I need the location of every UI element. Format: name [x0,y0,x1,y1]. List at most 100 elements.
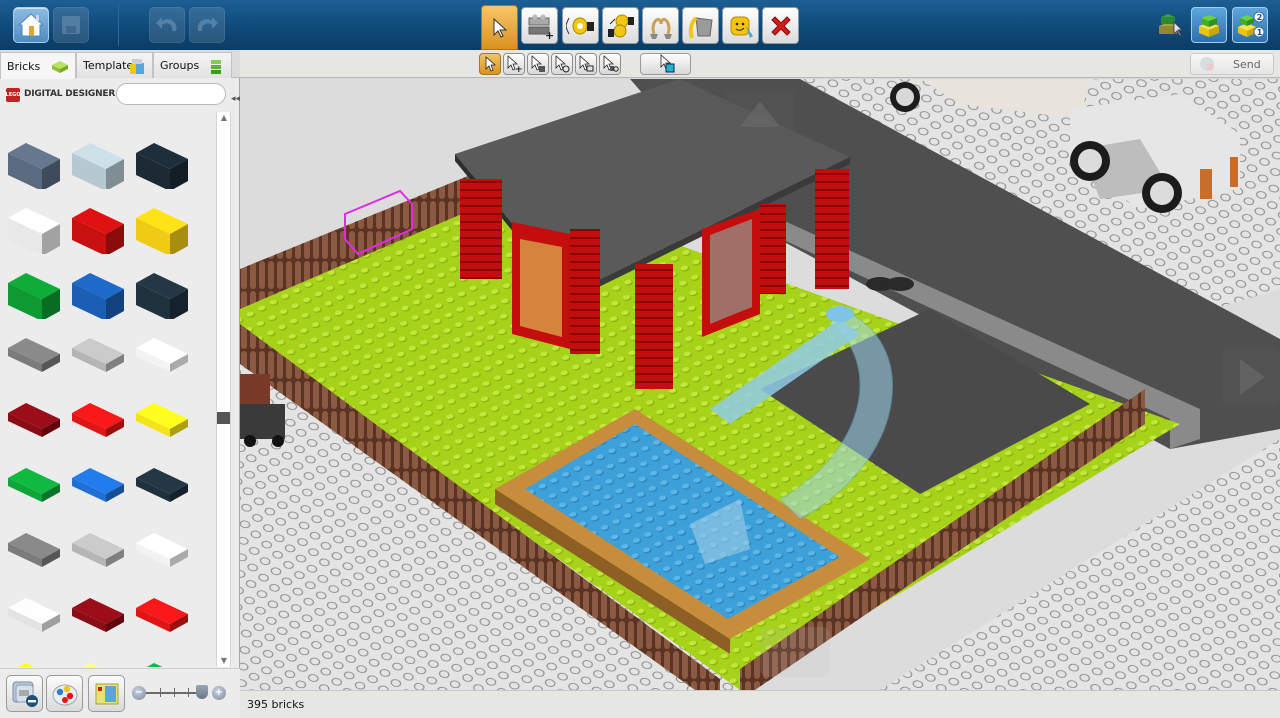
cursor-icon [493,17,507,38]
collapse-panel-icon[interactable]: ◂◂ [231,94,240,106]
tab-templates[interactable]: Templates [76,52,153,78]
palette-brick[interactable] [6,523,62,579]
pillar [760,204,786,294]
tab-bricks[interactable]: Bricks [0,52,76,79]
palette-brick[interactable] [70,112,126,124]
undo-icon [156,17,177,31]
brick-add-icon: + [528,14,554,40]
paint-tool-button[interactable] [682,7,719,44]
undo-button[interactable] [149,7,185,43]
palette-brick[interactable] [134,263,190,321]
same-shape-select-button[interactable] [575,53,597,75]
flex-tool-button[interactable] [642,7,679,44]
brick-size-slider[interactable]: − + [130,683,228,703]
tab-groups[interactable]: Groups [153,52,232,78]
connected-select-button[interactable] [527,53,549,75]
palette-brick[interactable] [6,112,62,124]
select-tool-button[interactable] [481,5,518,50]
slider-thumb[interactable] [196,685,208,699]
sort-bricks-button[interactable] [88,675,125,712]
brick-thumbnail-icon [136,403,188,437]
tab-groups-label: Groups [160,59,200,72]
group-select-button[interactable] [640,53,691,75]
palette-brick[interactable] [6,198,62,256]
palette-brick[interactable] [70,588,126,644]
svg-text:+: + [515,65,523,73]
brick-thumbnail-icon [8,468,60,502]
view-mode-button[interactable] [1191,7,1227,43]
view-mode-icon [1199,15,1219,37]
selection-toolbar: + Send [240,50,1280,78]
palette-scrollbar[interactable]: ▲ ▼ [216,112,231,667]
same-color-select-button[interactable] [599,53,621,75]
home-button[interactable] [13,7,49,43]
scroll-down-icon[interactable]: ▼ [219,657,229,665]
templates-icon [130,59,144,74]
palette-brick[interactable] [134,198,190,256]
palette-brick[interactable] [134,133,190,191]
palette-brick[interactable] [134,588,190,644]
palette-brick[interactable] [6,393,62,449]
palette-brick[interactable] [6,328,62,384]
build-mode-button[interactable] [1150,7,1186,43]
brick-thumbnail-icon [72,338,124,372]
zoom-in-icon[interactable]: + [212,686,226,700]
palette-brick[interactable] [6,458,62,514]
palette-brick[interactable] [134,458,190,514]
palette-brick[interactable] [70,458,126,514]
palette-brick[interactable] [70,653,126,667]
palette-brick[interactable] [6,588,62,644]
lego-scene[interactable] [240,79,1280,690]
brick-thumbnail-icon [72,468,124,502]
color-palette-button[interactable] [46,675,83,712]
redo-button[interactable] [189,7,225,43]
zoom-out-icon[interactable]: − [132,686,146,700]
3d-viewport[interactable] [240,79,1280,690]
slider-tick [160,688,161,697]
palette-brick[interactable] [70,393,126,449]
brick-search-input[interactable] [116,83,226,105]
clone-tool-button[interactable]: + [521,7,558,44]
delete-tool-button[interactable] [762,7,799,44]
minifig-head-icon [730,16,753,38]
single-select-button[interactable] [479,53,501,75]
hinge-align-tool-button[interactable] [602,7,639,44]
palette-brick[interactable] [134,112,190,124]
palette-brick[interactable] [6,133,62,191]
palette-brick[interactable] [70,263,126,321]
pillar [460,179,502,279]
brick-thumbnail-icon [136,533,188,567]
send-button[interactable]: Send [1190,53,1274,75]
camera-down-button[interactable] [760,627,830,677]
decorate-tool-button[interactable] [722,7,759,44]
palette-brick[interactable] [134,653,190,667]
palette-brick[interactable] [70,133,126,191]
palette-brick[interactable] [70,523,126,579]
hinge-icon [565,17,594,34]
color-palette-icon [52,684,77,705]
scroll-thumb[interactable] [217,412,230,424]
palette-brick[interactable] [134,523,190,579]
brick-thumbnail-icon [136,338,188,372]
scroll-up-icon[interactable]: ▲ [219,114,229,122]
palette-brick[interactable] [70,328,126,384]
invert-select-button[interactable] [551,53,573,75]
build-mode-icon [1159,14,1183,37]
save-button[interactable] [53,7,89,43]
palette-brick[interactable] [134,393,190,449]
add-select-button[interactable]: + [503,53,525,75]
palette-brick[interactable] [6,653,62,667]
brick-grid [0,112,216,667]
pillar [815,169,849,289]
building-guide-button[interactable]: 2 1 [1232,7,1268,43]
palette-brick[interactable] [6,263,62,321]
door-right-panel [710,219,752,324]
palette-brick[interactable] [134,328,190,384]
palette-brick[interactable] [70,198,126,256]
send-globe-icon [1200,57,1214,71]
cursor-icon [485,56,497,72]
guide-badge-bottom: 1 [1257,28,1263,37]
groups-icon [211,60,221,74]
hinge-tool-button[interactable] [562,7,599,44]
hide-bricks-button[interactable] [6,675,43,712]
